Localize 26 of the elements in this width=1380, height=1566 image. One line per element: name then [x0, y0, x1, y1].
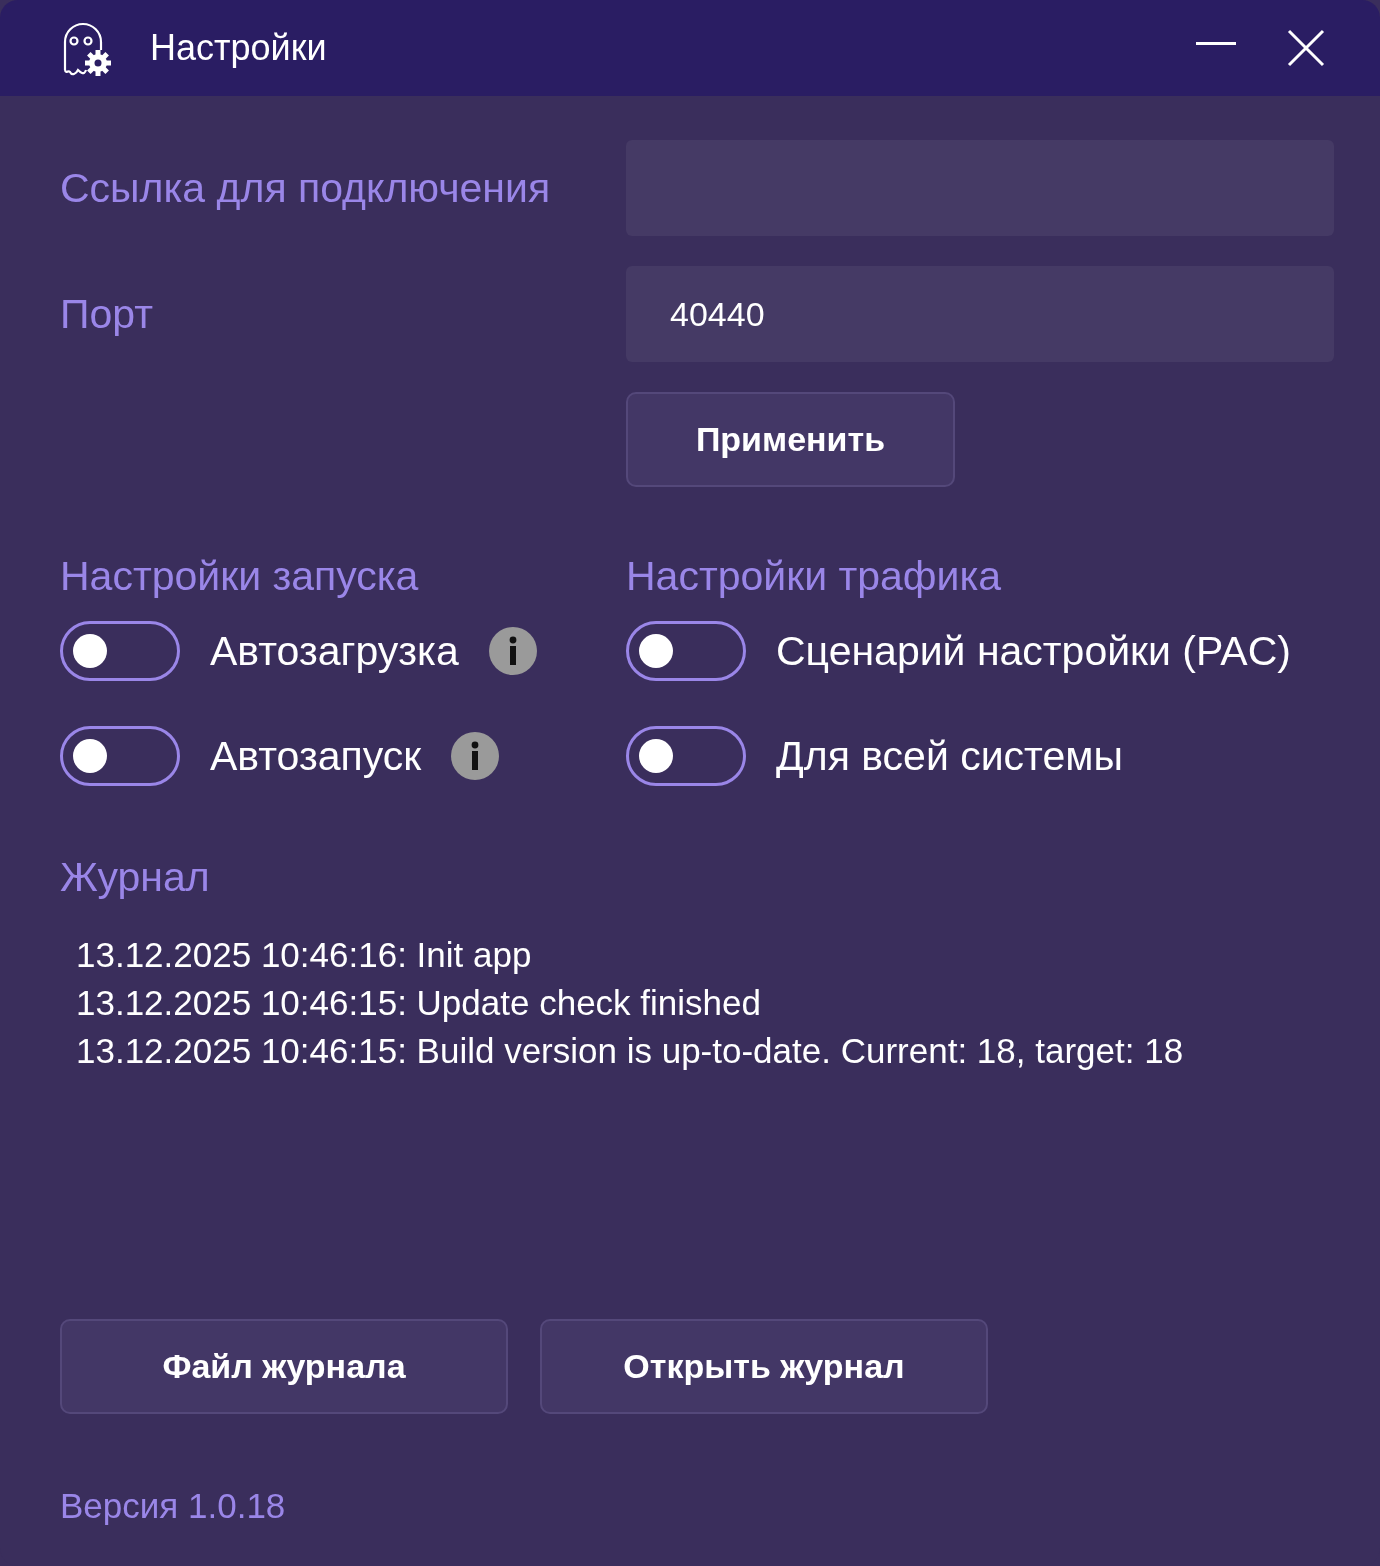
toggle-switch[interactable]	[60, 726, 180, 786]
log-button[interactable]: Открыть журнал	[540, 1319, 988, 1414]
log-line: 13.12.2025 10:46:16: Init app	[76, 934, 533, 976]
close-button[interactable]	[1286, 28, 1326, 68]
field-label: Ссылка для подключения	[60, 164, 552, 212]
version-text: Версия 1.0.18	[60, 1486, 287, 1526]
log-line: 13.12.2025 10:46:15: Build version is up-to-date. Current: 18, target: 18	[76, 1030, 1185, 1072]
toggle-switch[interactable]	[626, 726, 746, 786]
toggle-label: Для всей системы	[776, 732, 1123, 780]
minimize-icon	[1196, 41, 1236, 45]
toggle-label: Сценарий настройки (PAC)	[776, 627, 1291, 675]
apply-button[interactable]: Применить	[626, 392, 955, 487]
port-field[interactable]: 40440	[626, 266, 1334, 362]
window-title: Настройки	[150, 27, 328, 69]
section-heading: Настройки трафика	[626, 553, 1003, 600]
toggle-label: Автозагрузка	[210, 627, 459, 675]
section-heading: Журнал	[60, 854, 211, 901]
toggle-label: Автозапуск	[210, 732, 422, 780]
info-icon[interactable]	[488, 627, 537, 675]
info-icon[interactable]	[451, 732, 500, 780]
section-heading: Настройки запуска	[60, 553, 420, 600]
toggle-switch[interactable]	[60, 621, 180, 681]
toggle-switch[interactable]	[626, 621, 746, 681]
field-label: Порт	[60, 290, 154, 338]
log-button[interactable]: Файл журнала	[60, 1319, 508, 1414]
log-line: 13.12.2025 10:46:15: Update check finished	[76, 982, 762, 1024]
